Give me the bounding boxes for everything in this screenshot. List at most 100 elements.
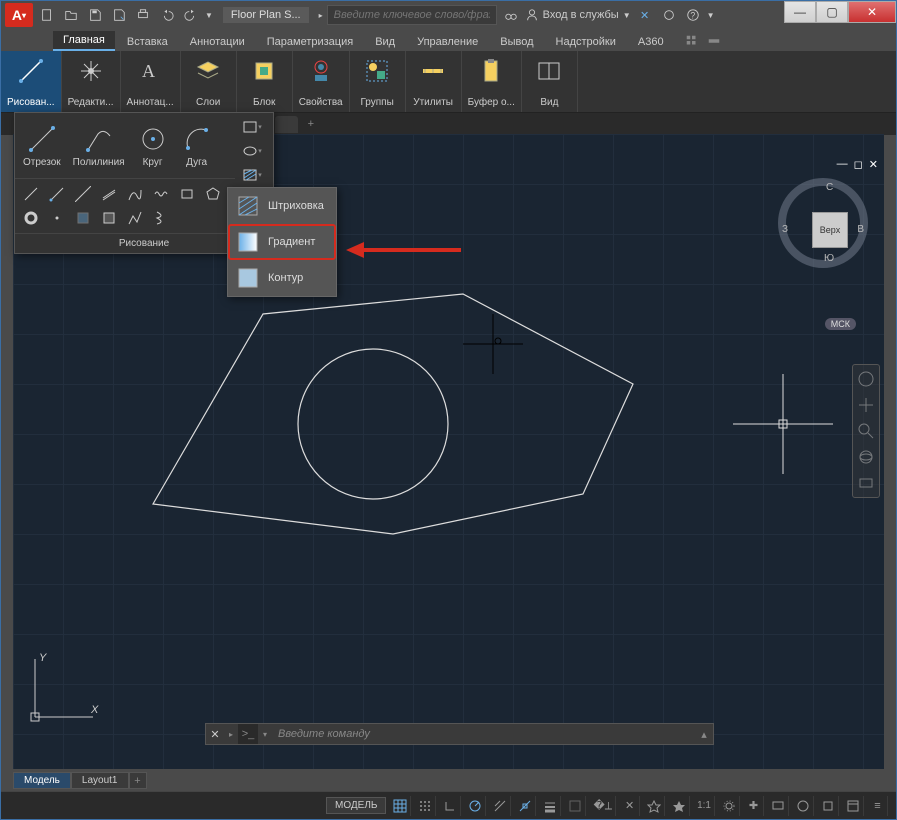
status-iso2-icon[interactable] xyxy=(818,796,839,816)
tool-polyline[interactable]: Полилиния xyxy=(69,119,129,172)
status-custom-icon[interactable]: ≡ xyxy=(868,796,888,816)
tool-arc[interactable]: Дуга xyxy=(177,119,217,172)
tab-insert[interactable]: Вставка xyxy=(117,33,178,51)
close-button[interactable]: ✕ xyxy=(848,1,896,23)
ribbon-apps-icon[interactable] xyxy=(682,31,702,51)
flyout-gradient[interactable]: Градиент xyxy=(228,224,336,260)
cmd-close-icon[interactable]: ✕ xyxy=(206,728,224,741)
status-lwt-icon[interactable] xyxy=(540,796,561,816)
nav-wheel-icon[interactable] xyxy=(856,369,876,389)
flyout-boundary[interactable]: Контур xyxy=(228,260,336,296)
layout-tab-add[interactable]: + xyxy=(129,772,147,789)
save-icon[interactable] xyxy=(85,5,105,25)
status-annoscale-icon[interactable] xyxy=(669,796,690,816)
flyout-hatch[interactable]: Штриховка xyxy=(228,188,336,224)
tab-view[interactable]: Вид xyxy=(365,33,405,51)
exchange-icon[interactable]: ✕ xyxy=(635,5,655,25)
pan-icon[interactable] xyxy=(856,395,876,415)
showmotion-icon[interactable] xyxy=(856,473,876,493)
status-hw-icon[interactable] xyxy=(793,796,814,816)
small-xline-icon[interactable] xyxy=(71,183,95,205)
small-rect-icon[interactable] xyxy=(175,183,199,205)
side-hatch-icon[interactable]: ▾ xyxy=(237,165,267,185)
binoculars-icon[interactable] xyxy=(501,5,521,25)
status-sc-icon[interactable]: �⟂ xyxy=(590,796,616,816)
status-ann-icon[interactable] xyxy=(644,796,665,816)
panel-utilities[interactable]: Утилиты xyxy=(406,51,462,112)
small-donut-icon[interactable] xyxy=(19,207,43,229)
panel-layers[interactable]: Слои xyxy=(181,51,237,112)
status-monitor-icon[interactable] xyxy=(768,796,789,816)
panel-clipboard[interactable]: Буфер о... xyxy=(462,51,522,112)
tab-manage[interactable]: Управление xyxy=(407,33,488,51)
status-polar-icon[interactable] xyxy=(465,796,486,816)
panel-block[interactable]: Блок xyxy=(237,51,293,112)
status-iso-icon[interactable] xyxy=(490,796,511,816)
small-region-icon[interactable] xyxy=(71,207,95,229)
small-rev-icon[interactable] xyxy=(149,183,173,205)
tab-parametric[interactable]: Параметризация xyxy=(257,33,363,51)
app-logo[interactable]: A▾ xyxy=(5,3,33,27)
search-input[interactable] xyxy=(327,5,497,25)
small-ray-icon[interactable] xyxy=(45,183,69,205)
panel-groups[interactable]: Группы xyxy=(350,51,406,112)
a360-icon[interactable] xyxy=(659,5,679,25)
canvas-close-icon[interactable]: ✕ xyxy=(869,158,878,171)
restore-button[interactable]: ▢ xyxy=(816,1,848,23)
ribbon-collapse-icon[interactable] xyxy=(704,31,724,51)
cmd-history-icon[interactable]: ▸ xyxy=(224,730,238,739)
file-tab-add[interactable]: + xyxy=(302,116,320,132)
status-ortho-icon[interactable] xyxy=(440,796,461,816)
small-mline-icon[interactable] xyxy=(97,183,121,205)
cmd-recent-icon[interactable]: ▴ xyxy=(695,728,713,741)
small-wipe-icon[interactable] xyxy=(97,207,121,229)
viewcube[interactable]: Верх С Ю В З xyxy=(778,178,868,268)
viewcube-top[interactable]: Верх xyxy=(812,212,848,248)
small-point-icon[interactable] xyxy=(45,207,69,229)
tab-output[interactable]: Вывод xyxy=(490,33,543,51)
file-tab-current[interactable] xyxy=(275,116,298,133)
saveas-icon[interactable] xyxy=(109,5,129,25)
zoom-icon[interactable] xyxy=(856,421,876,441)
undo-icon[interactable] xyxy=(157,5,177,25)
tab-home[interactable]: Главная xyxy=(53,31,115,51)
canvas-minimize-icon[interactable]: — xyxy=(837,158,848,171)
status-grid-icon[interactable] xyxy=(390,796,411,816)
minimize-button[interactable]: — xyxy=(784,1,816,23)
small-3dpoly-icon[interactable] xyxy=(123,207,147,229)
tab-a360[interactable]: A360 xyxy=(628,33,674,51)
status-gear-icon[interactable] xyxy=(719,796,740,816)
tab-annotate[interactable]: Аннотации xyxy=(180,33,255,51)
new-icon[interactable] xyxy=(37,5,57,25)
qat-dropdown[interactable]: ▼ xyxy=(205,11,213,20)
login-button[interactable]: Вход в службы▼ xyxy=(525,8,631,22)
panel-modify[interactable]: Редакти... xyxy=(62,51,121,112)
status-tpy-icon[interactable] xyxy=(565,796,586,816)
small-line-icon[interactable] xyxy=(19,183,43,205)
small-helix-icon[interactable] xyxy=(149,207,173,229)
tool-line[interactable]: Отрезок xyxy=(19,119,65,172)
status-osnap-icon[interactable] xyxy=(515,796,536,816)
layout-tab-layout1[interactable]: Layout1 xyxy=(71,772,129,789)
side-ellipse-icon[interactable]: ▾ xyxy=(237,141,267,161)
canvas-restore-icon[interactable]: ◻ xyxy=(854,158,863,171)
panel-annotation[interactable]: AАннотац... xyxy=(121,51,181,112)
side-rect-icon[interactable]: ▾ xyxy=(237,117,267,137)
status-clean-icon[interactable] xyxy=(843,796,864,816)
status-qp-icon[interactable]: ✕ xyxy=(620,796,640,816)
panel-properties[interactable]: Свойства xyxy=(293,51,350,112)
status-scale-label[interactable]: 1:1 xyxy=(694,796,715,816)
small-poly-icon[interactable] xyxy=(201,183,225,205)
wcs-badge[interactable]: МСК xyxy=(825,318,856,330)
panel-draw[interactable]: Рисован... xyxy=(1,51,62,112)
orbit-icon[interactable] xyxy=(856,447,876,467)
tool-circle[interactable]: Круг xyxy=(133,119,173,172)
status-ws-icon[interactable]: ✚ xyxy=(744,796,764,816)
panel-view[interactable]: Вид xyxy=(522,51,578,112)
small-spline-icon[interactable] xyxy=(123,183,147,205)
redo-icon[interactable] xyxy=(181,5,201,25)
command-input[interactable]: Введите команду xyxy=(272,728,695,740)
layout-tab-model[interactable]: Модель xyxy=(13,772,71,789)
status-model-button[interactable]: МОДЕЛЬ xyxy=(326,797,386,814)
help-icon[interactable]: ? xyxy=(683,5,703,25)
